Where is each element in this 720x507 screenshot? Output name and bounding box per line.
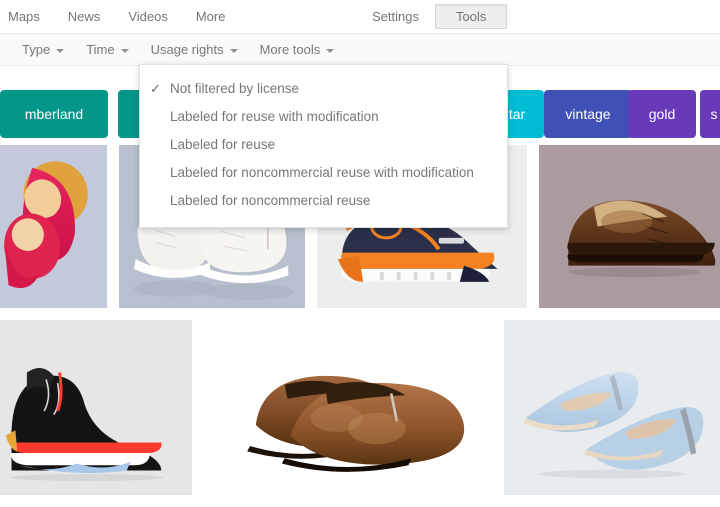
top-nav-links: Maps News Videos More — [0, 0, 239, 33]
tools-button[interactable]: Tools — [434, 4, 508, 29]
filter-time[interactable]: Time — [86, 42, 129, 57]
image-result-tile[interactable] — [0, 320, 192, 495]
image-result-tile[interactable] — [504, 320, 720, 495]
related-search-chip[interactable]: gold — [628, 90, 696, 138]
filter-usage-rights[interactable]: Usage rights — [151, 42, 238, 57]
chip-label: mberland — [24, 106, 84, 122]
chip-label: s — [710, 106, 718, 122]
top-navigation-bar: Maps News Videos More Settings Tools — [0, 0, 720, 34]
checkmark-icon: ✓ — [150, 81, 161, 96]
usage-rights-option[interactable]: Labeled for noncommercial reuse with mod… — [140, 159, 507, 187]
related-search-chip[interactable]: mberland — [0, 90, 108, 138]
settings-button[interactable]: Settings — [360, 0, 431, 33]
usage-rights-dropdown-menu[interactable]: ✓ Not filtered by license Labeled for reus… — [139, 64, 508, 228]
nav-link-more[interactable]: More — [182, 0, 240, 33]
filter-type-label: Type — [22, 42, 51, 57]
image-result-tile[interactable] — [0, 145, 107, 308]
usage-rights-option[interactable]: ✓ Not filtered by license — [140, 75, 507, 103]
nav-link-maps[interactable]: Maps — [0, 0, 54, 33]
usage-rights-option-label: Labeled for noncommercial reuse with mod… — [170, 165, 474, 180]
usage-rights-option-label: Labeled for reuse with modification — [170, 109, 379, 124]
top-nav-actions: Settings Tools — [360, 0, 508, 33]
filter-more-tools-label: More tools — [259, 42, 321, 57]
related-search-chip[interactable]: vintage — [544, 90, 632, 138]
nav-link-videos[interactable]: Videos — [114, 0, 182, 33]
usage-rights-option[interactable]: Labeled for reuse — [140, 131, 507, 159]
usage-rights-option-label: Labeled for noncommercial reuse — [170, 193, 371, 208]
chevron-down-icon — [120, 48, 129, 53]
chip-label: tar — [508, 106, 526, 122]
usage-rights-option-label: Labeled for reuse — [170, 137, 276, 152]
chip-label: gold — [648, 106, 676, 122]
filter-usage-rights-label: Usage rights — [150, 42, 224, 57]
image-results-row — [0, 320, 720, 495]
usage-rights-option[interactable]: Labeled for reuse with modification — [140, 103, 507, 131]
chevron-down-icon — [326, 48, 335, 53]
filter-more-tools[interactable]: More tools — [260, 42, 335, 57]
nav-link-news[interactable]: News — [54, 0, 115, 33]
filter-type[interactable]: Type — [22, 42, 65, 57]
chevron-down-icon — [56, 48, 65, 53]
search-tools-bar: Type Time Usage rights More tools — [0, 34, 720, 66]
filter-time-label: Time — [86, 42, 115, 57]
usage-rights-option-label: Not filtered by license — [170, 81, 300, 96]
image-result-tile[interactable] — [539, 145, 720, 308]
usage-rights-option[interactable]: Labeled for noncommercial reuse — [140, 187, 507, 215]
related-search-chip[interactable]: s — [700, 90, 720, 138]
image-result-tile[interactable] — [204, 320, 492, 495]
chevron-down-icon — [229, 48, 238, 53]
chip-label: vintage — [565, 106, 611, 122]
